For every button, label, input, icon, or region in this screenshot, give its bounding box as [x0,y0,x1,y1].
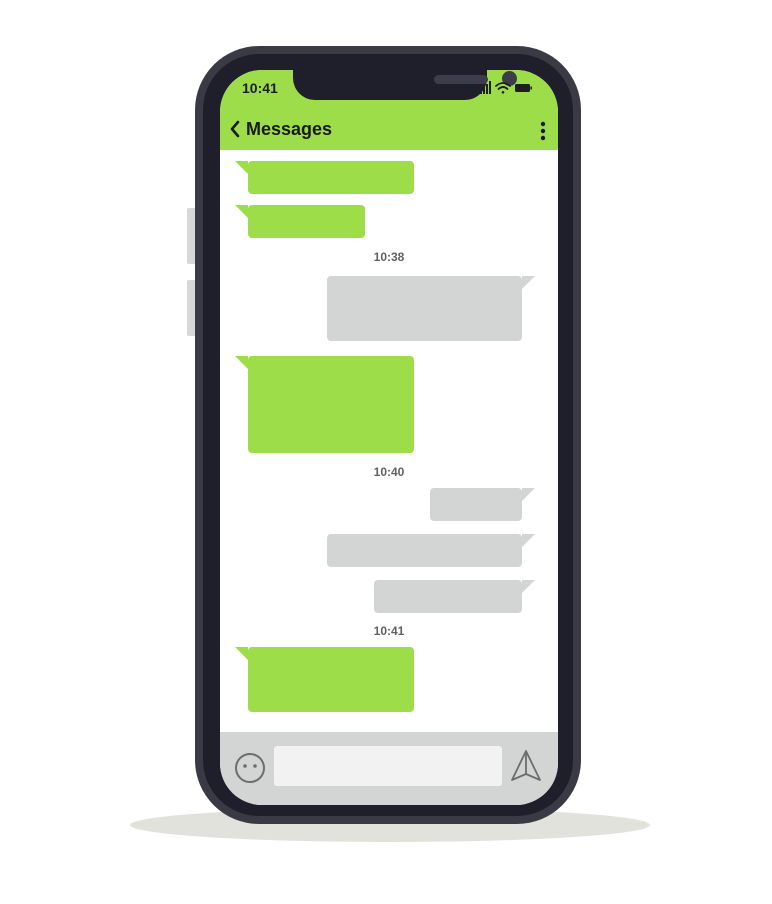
incoming-message[interactable] [235,205,365,238]
timestamp: 10:38 [373,250,405,264]
incoming-message[interactable] [235,356,414,453]
phone-screen: 10:41 Messages 10:38 10:40 10:41 [220,70,558,805]
outgoing-message[interactable] [327,534,535,567]
signal-icon [480,81,491,94]
chevron-left-icon [230,120,240,138]
timestamp: 10:40 [373,465,405,479]
status-time: 10:41 [242,80,278,96]
wifi-icon [495,82,511,94]
outgoing-message[interactable] [374,580,535,613]
message-composer [220,732,558,805]
message-input[interactable] [274,746,502,786]
notch [293,70,517,100]
incoming-message[interactable] [235,647,414,712]
outgoing-message[interactable] [430,488,535,521]
back-button[interactable]: Messages [230,116,332,142]
outgoing-message[interactable] [327,276,535,341]
incoming-message[interactable] [235,161,414,194]
timestamp: 10:41 [373,624,405,638]
smiley-icon[interactable] [234,752,266,784]
paper-plane-icon[interactable] [509,748,543,784]
battery-icon [515,84,532,92]
more-vertical-icon[interactable] [540,121,546,141]
status-icons [480,81,544,95]
page-title: Messages [246,118,333,139]
app-header: 10:41 Messages [220,70,558,150]
